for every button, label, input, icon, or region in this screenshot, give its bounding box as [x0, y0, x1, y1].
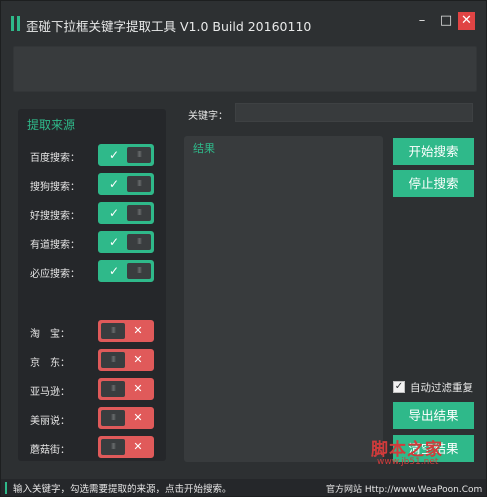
toggle-knob-grip-icon[interactable]: III	[101, 410, 125, 426]
cross-icon: ✕	[133, 440, 143, 453]
results-panel[interactable]: 结果	[184, 136, 383, 462]
check-icon: ✓	[108, 235, 120, 249]
source-toggle-jd[interactable]: ✕ III	[98, 349, 154, 371]
source-panel: 提取来源 百度搜索： ✓ III 搜狗搜索： ✓ III 好搜搜索： ✓ III 有道搜索： ✓ II…	[18, 109, 166, 461]
app-logo-icon	[11, 16, 14, 31]
source-toggle-meilishuo[interactable]: ✕ III	[98, 407, 154, 429]
source-label-bing: 必应搜索：	[30, 269, 80, 280]
toggle-knob-grip-icon[interactable]: III	[101, 439, 125, 455]
source-label-amazon: 亚马逊：	[30, 387, 70, 398]
source-label-taobao: 淘 宝：	[30, 329, 70, 340]
clear-results-button[interactable]: 清空结果	[393, 435, 474, 462]
source-label-meilishuo: 美丽说：	[30, 416, 70, 427]
export-results-button[interactable]: 导出结果	[393, 402, 474, 429]
source-toggle-amazon[interactable]: ✕ III	[98, 378, 154, 400]
toggle-knob-grip-icon[interactable]: III	[127, 205, 151, 221]
toggle-knob-grip-icon[interactable]: III	[127, 147, 151, 163]
cross-icon: ✕	[133, 324, 143, 337]
toggle-knob-grip-icon[interactable]: III	[127, 263, 151, 279]
stop-search-button[interactable]: 停止搜索	[393, 170, 474, 197]
main-window: 歪碰下拉框关键字提取工具 V1.0 Build 20160110 – □ ✕ 提…	[0, 0, 487, 497]
cross-icon: ✕	[133, 411, 143, 424]
status-marker	[5, 482, 7, 494]
title-bar[interactable]: 歪碰下拉框关键字提取工具 V1.0 Build 20160110 – □ ✕	[1, 1, 486, 41]
source-label-mogujie: 蘑菇街：	[30, 445, 70, 456]
source-toggle-youdao[interactable]: ✓ III	[98, 231, 154, 253]
source-toggle-mogujie[interactable]: ✕ III	[98, 436, 154, 458]
source-label-baidu: 百度搜索：	[30, 153, 80, 164]
toggle-knob-grip-icon[interactable]: III	[101, 381, 125, 397]
status-message: 输入关键字，勾选需要提取的来源，点击开始搜索。	[13, 484, 232, 495]
keyword-label: 关键字：	[188, 111, 228, 122]
official-site-link[interactable]: 官方网站 Http://www.WeaPoon.Com	[326, 482, 482, 495]
toggle-knob-grip-icon[interactable]: III	[101, 352, 125, 368]
keyword-input[interactable]	[235, 103, 473, 122]
check-icon: ✓	[108, 177, 120, 191]
toggle-knob-grip-icon[interactable]: III	[127, 176, 151, 192]
source-toggle-taobao[interactable]: ✕ III	[98, 320, 154, 342]
app-logo-icon-part	[17, 16, 20, 31]
results-label: 结果	[193, 142, 215, 155]
check-icon: ✓	[108, 206, 120, 220]
auto-filter-label: 自动过滤重复	[410, 382, 473, 394]
source-toggle-sogou[interactable]: ✓ III	[98, 173, 154, 195]
cross-icon: ✕	[133, 353, 143, 366]
close-button[interactable]: ✕	[458, 12, 475, 30]
checkbox-check-icon[interactable]: ✓	[393, 381, 405, 393]
window-title: 歪碰下拉框关键字提取工具 V1.0 Build 20160110	[26, 19, 312, 34]
source-toggle-baidu[interactable]: ✓ III	[98, 144, 154, 166]
source-label-youdao: 有道搜索：	[30, 240, 80, 251]
toggle-knob-grip-icon[interactable]: III	[127, 234, 151, 250]
start-search-button[interactable]: 开始搜索	[393, 138, 474, 165]
auto-filter-checkbox[interactable]: ✓ 自动过滤重复	[393, 380, 485, 396]
status-bar: 输入关键字，勾选需要提取的来源，点击开始搜索。 官方网站 Http://www.…	[1, 479, 486, 496]
source-label-sogou: 搜狗搜索：	[30, 182, 80, 193]
source-toggle-bing[interactable]: ✓ III	[98, 260, 154, 282]
maximize-button[interactable]: □	[436, 13, 456, 31]
top-panel	[13, 46, 477, 92]
toggle-knob-grip-icon[interactable]: III	[101, 323, 125, 339]
check-icon: ✓	[108, 264, 120, 278]
cross-icon: ✕	[133, 382, 143, 395]
check-icon: ✓	[108, 148, 120, 162]
source-toggle-haosou[interactable]: ✓ III	[98, 202, 154, 224]
source-label-haosou: 好搜搜索：	[30, 211, 80, 222]
source-label-jd: 京 东：	[30, 358, 70, 369]
source-panel-title: 提取来源	[27, 118, 76, 132]
minimize-button[interactable]: –	[412, 13, 432, 31]
